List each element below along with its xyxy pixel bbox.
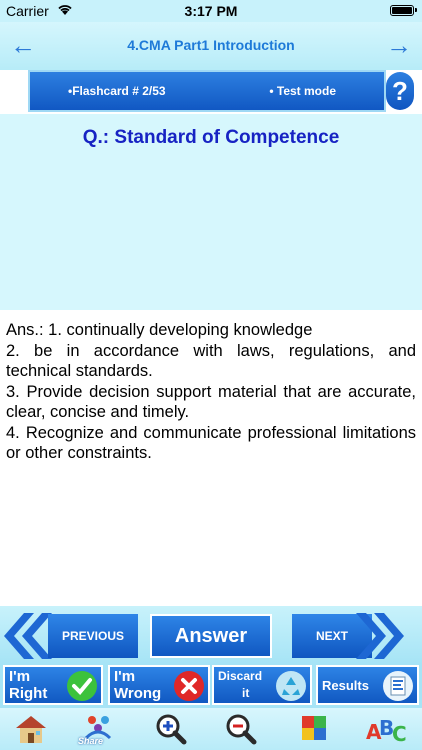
im-wrong-line1: I'm [114, 668, 136, 685]
double-chevron-right-icon [346, 611, 406, 669]
share-label: Share [78, 736, 104, 746]
answer-button[interactable]: Answer [150, 614, 272, 658]
check-icon [67, 671, 97, 701]
help-button[interactable]: ? [386, 72, 414, 110]
feedback-row: I'm Right I'm Wrong Discard it Results [0, 664, 422, 708]
discard-button[interactable]: Discard it [212, 665, 312, 705]
back-arrow-icon[interactable]: ← [8, 30, 38, 61]
puzzle-icon[interactable] [292, 710, 338, 748]
previous-label: PREVIOUS [61, 629, 124, 643]
recycle-icon [276, 671, 306, 701]
flashcard-info-bar: •Flashcard # 2/53 • Test mode [30, 72, 384, 110]
discard-line2: it [242, 686, 250, 700]
previous-button[interactable]: PREVIOUS [0, 611, 140, 661]
action-row: PREVIOUS Answer NEXT [0, 606, 422, 664]
test-mode-label[interactable]: • Test mode [269, 84, 336, 98]
clock: 3:17 PM [184, 3, 238, 19]
answer-text: Ans.: 1. continually developing knowledg… [6, 321, 416, 462]
abc-icon[interactable]: ABC [364, 710, 410, 748]
bottom-toolbar: Share ABC [0, 708, 422, 750]
home-icon[interactable] [8, 710, 54, 748]
question-panel: Q.: Standard of Competence [0, 114, 422, 310]
im-wrong-line2: Wrong [114, 685, 162, 702]
next-button[interactable]: NEXT [290, 611, 422, 661]
svg-text:C: C [392, 722, 407, 746]
flashcard-counter: •Flashcard # 2/53 [68, 84, 166, 98]
im-right-button[interactable]: I'm Right [3, 665, 103, 705]
share-button[interactable]: Share [76, 710, 122, 748]
page-title: 4.CMA Part1 Introduction [127, 37, 295, 53]
next-label: NEXT [315, 629, 348, 643]
status-bar: Carrier 3:17 PM [0, 0, 422, 22]
answer-panel: Ans.: 1. continually developing knowledg… [0, 314, 422, 606]
results-button[interactable]: Results [316, 665, 419, 705]
cross-icon [174, 671, 204, 701]
navigation-bar: ← 4.CMA Part1 Introduction → [0, 22, 422, 70]
im-right-line1: I'm [9, 668, 31, 685]
report-icon [383, 671, 413, 701]
question-text: Q.: Standard of Competence [82, 127, 340, 148]
discard-line1: Discard [218, 669, 263, 683]
forward-arrow-icon[interactable]: → [384, 30, 414, 61]
im-wrong-button[interactable]: I'm Wrong [108, 665, 210, 705]
zoom-in-icon[interactable] [148, 710, 194, 748]
im-right-line2: Right [9, 685, 48, 702]
results-label: Results [322, 678, 369, 693]
zoom-out-icon[interactable] [218, 710, 264, 748]
battery-icon [390, 5, 417, 16]
